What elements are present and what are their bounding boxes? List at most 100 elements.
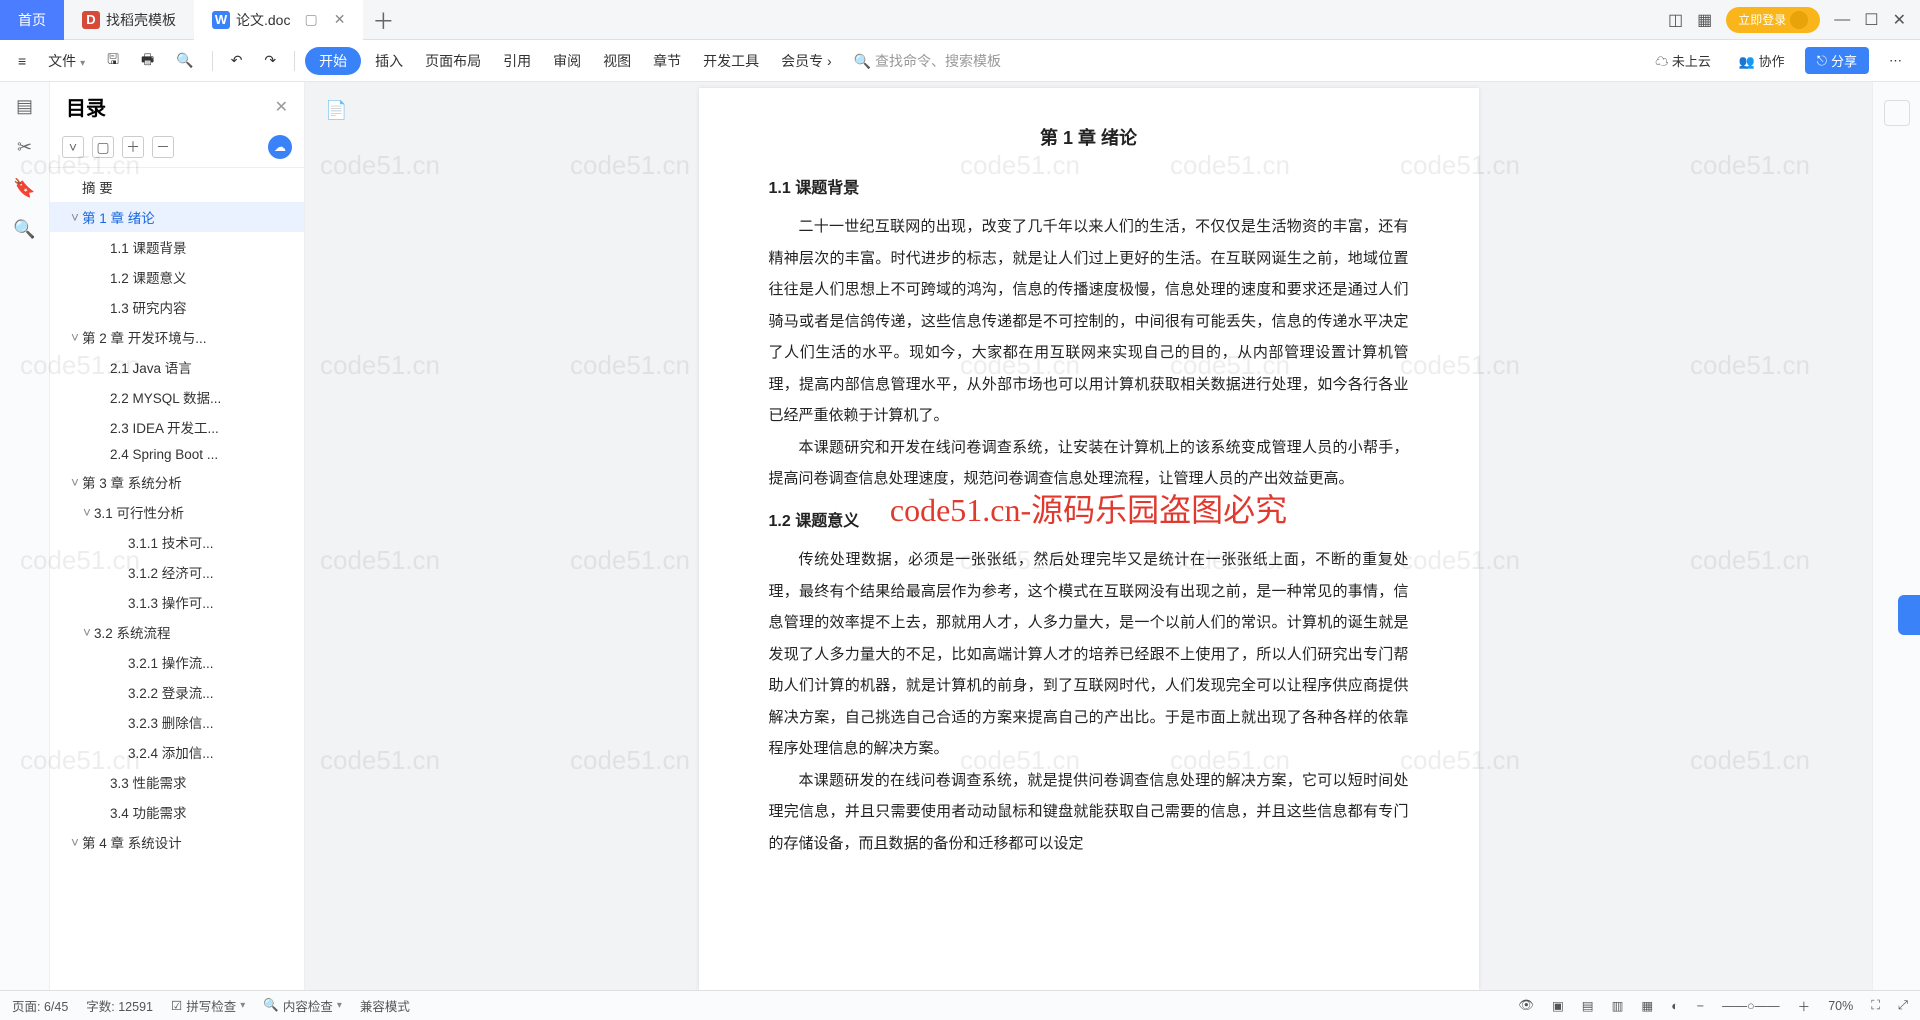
outline-node[interactable]: 3.3 性能需求 xyxy=(50,767,304,797)
outline-node[interactable]: 3.2.3 删除信... xyxy=(50,707,304,737)
outline-node[interactable]: ˅第 1 章 绪论 xyxy=(50,202,304,232)
side-tab[interactable] xyxy=(1898,595,1920,635)
zoom-level[interactable]: 70% xyxy=(1828,999,1853,1013)
left-rail: ▤ ✂ 🔖 🔍 xyxy=(0,82,50,990)
more-icon[interactable]: ⋯ xyxy=(1881,49,1910,73)
tab-document[interactable]: W 论文.doc ▢ ✕ xyxy=(194,0,363,40)
tab-review[interactable]: 审阅 xyxy=(545,47,589,75)
command-search[interactable]: 🔍 查找命令、搜索模板 xyxy=(846,47,1009,75)
close-panel-icon[interactable]: ✕ xyxy=(275,97,288,117)
outline-node[interactable]: ˅第 3 章 系统分析 xyxy=(50,467,304,497)
outline-node[interactable]: 3.2.1 操作流... xyxy=(50,647,304,677)
tab-vip[interactable]: 会员专 › xyxy=(773,47,840,75)
external-icon[interactable]: ▢ xyxy=(304,11,317,28)
view-web-icon[interactable]: ▤ xyxy=(1582,998,1594,1013)
tab-chapter[interactable]: 章节 xyxy=(645,47,689,75)
paragraph: 二十一世纪互联网的出现，改变了几千年以来人们的生活，不仅仅是生活物资的丰富，还有… xyxy=(769,211,1409,432)
page-marker-icon: 📄 xyxy=(325,100,347,121)
prev-icon[interactable]: ▢ xyxy=(92,136,114,158)
redo-icon[interactable]: ↷ xyxy=(256,48,284,73)
clip-icon[interactable]: ✂ xyxy=(17,137,32,158)
share-button[interactable]: ⎋ 分享 xyxy=(1805,47,1869,74)
tab-dev[interactable]: 开发工具 xyxy=(695,47,767,75)
outline-tools: ˅ ▢ ＋ － ☁ xyxy=(50,131,304,168)
outline-node[interactable]: 3.1.2 经济可... xyxy=(50,557,304,587)
avatar-icon xyxy=(1790,11,1808,29)
print-icon[interactable]: 🖶 xyxy=(133,45,162,77)
tab-templates[interactable]: D 找稻壳模板 xyxy=(64,0,194,40)
word-icon: W xyxy=(212,11,230,29)
close-icon[interactable]: ✕ xyxy=(334,11,346,28)
view-eye-icon[interactable]: 👁 xyxy=(1518,998,1534,1013)
outline-node[interactable]: 1.1 课题背景 xyxy=(50,232,304,262)
tab-insert[interactable]: 插入 xyxy=(367,47,411,75)
outline-node[interactable]: 1.2 课题意义 xyxy=(50,262,304,292)
expand-icon[interactable]: ＋ xyxy=(122,136,144,158)
maximize-icon[interactable]: ☐ xyxy=(1864,10,1878,30)
view-outline-icon[interactable]: ▥ xyxy=(1612,998,1624,1013)
thumbnail-icon[interactable] xyxy=(1884,100,1910,126)
word-count[interactable]: 字数: 12591 xyxy=(86,996,153,1015)
fit-icon[interactable]: ⛶ xyxy=(1871,998,1880,1013)
section-1-1: 1.1 课题背景 xyxy=(769,172,1409,206)
zoom-out-icon[interactable]: − xyxy=(1697,999,1704,1013)
file-menu[interactable]: 文件 ▾ xyxy=(40,47,93,75)
zoom-in-icon[interactable]: ＋ xyxy=(1798,996,1811,1015)
content-check[interactable]: 🔍 内容检查 ▾ xyxy=(263,996,342,1015)
tab-strip: 首页 D 找稻壳模板 W 论文.doc ▢ ✕ ＋ ◫ ▦ 立即登录 — ☐ ✕ xyxy=(0,0,1920,40)
tab-start[interactable]: 开始 xyxy=(305,47,361,75)
tab-home[interactable]: 首页 xyxy=(0,0,64,40)
tab-references[interactable]: 引用 xyxy=(495,47,539,75)
outline-node[interactable]: 2.4 Spring Boot ... xyxy=(50,442,304,467)
outline-node[interactable]: ˅第 2 章 开发环境与... xyxy=(50,322,304,352)
cloud-status[interactable]: ☁ 未上云 xyxy=(1647,47,1719,74)
minimize-icon[interactable]: — xyxy=(1834,11,1850,29)
compat-mode: 兼容模式 xyxy=(360,996,410,1015)
collapse-all-icon[interactable]: ˅ xyxy=(62,136,84,158)
view-layout-icon[interactable]: ▣ xyxy=(1552,998,1564,1013)
outline-node[interactable]: 1.3 研究内容 xyxy=(50,292,304,322)
layout-icon[interactable]: ◫ xyxy=(1668,10,1683,30)
right-rail xyxy=(1872,82,1920,990)
tab-view[interactable]: 视图 xyxy=(595,47,639,75)
menu-icon[interactable]: ≡ xyxy=(10,49,34,73)
undo-icon[interactable]: ↶ xyxy=(223,48,251,73)
chapter-title: 第 1 章 绪论 xyxy=(769,120,1409,158)
tab-page-layout[interactable]: 页面布局 xyxy=(417,47,489,75)
bookmark-icon[interactable]: 🔖 xyxy=(13,178,35,199)
outline-node[interactable]: 2.2 MYSQL 数据... xyxy=(50,382,304,412)
mode-icon[interactable]: ◐ xyxy=(1671,999,1679,1013)
zoom-slider[interactable]: ——○—— xyxy=(1722,999,1780,1013)
outline-node[interactable]: 2.3 IDEA 开发工... xyxy=(50,412,304,442)
spell-check[interactable]: ☑ 拼写检查 ▾ xyxy=(171,996,245,1015)
outline-node[interactable]: ˅3.1 可行性分析 xyxy=(50,497,304,527)
outline-title: 目录 xyxy=(66,92,106,121)
outline-node[interactable]: 3.2.2 登录流... xyxy=(50,677,304,707)
outline-node[interactable]: 3.1.1 技术可... xyxy=(50,527,304,557)
section-1-2: 1.2 课题意义 xyxy=(769,505,1409,539)
new-tab-button[interactable]: ＋ xyxy=(363,4,403,36)
preview-icon[interactable]: 🔍 xyxy=(168,48,201,73)
coop-button[interactable]: 👥 协作 xyxy=(1731,47,1793,74)
outline-node[interactable]: 3.2.4 添加信... xyxy=(50,737,304,767)
page-indicator[interactable]: 页面: 6/45 xyxy=(12,996,68,1015)
outline-panel: 目录 ✕ ˅ ▢ ＋ － ☁ 摘 要˅第 1 章 绪论1.1 课题背景1.2 课… xyxy=(50,82,305,990)
fullscreen-icon[interactable]: ⤢ xyxy=(1898,998,1908,1013)
outline-node[interactable]: ˅3.2 系统流程 xyxy=(50,617,304,647)
collapse-icon[interactable]: － xyxy=(152,136,174,158)
sync-icon[interactable]: ☁ xyxy=(268,135,292,159)
outline-node[interactable]: 2.1 Java 语言 xyxy=(50,352,304,382)
dao-icon: D xyxy=(82,11,100,29)
login-button[interactable]: 立即登录 xyxy=(1726,7,1820,33)
outline-node[interactable]: 3.1.3 操作可... xyxy=(50,587,304,617)
outline-icon[interactable]: ▤ xyxy=(16,96,33,117)
grid-icon[interactable]: ▦ xyxy=(1697,10,1712,30)
outline-node[interactable]: 摘 要 xyxy=(50,172,304,202)
search-icon[interactable]: 🔍 xyxy=(13,219,35,240)
outline-node[interactable]: 3.4 功能需求 xyxy=(50,797,304,827)
outline-node[interactable]: ˅第 4 章 系统设计 xyxy=(50,827,304,857)
close-window-icon[interactable]: ✕ xyxy=(1893,10,1906,30)
save-icon[interactable]: 🖫 xyxy=(99,45,127,77)
outline-tree: 摘 要˅第 1 章 绪论1.1 课题背景1.2 课题意义1.3 研究内容˅第 2… xyxy=(50,168,304,990)
view-read-icon[interactable]: ▦ xyxy=(1641,998,1653,1013)
